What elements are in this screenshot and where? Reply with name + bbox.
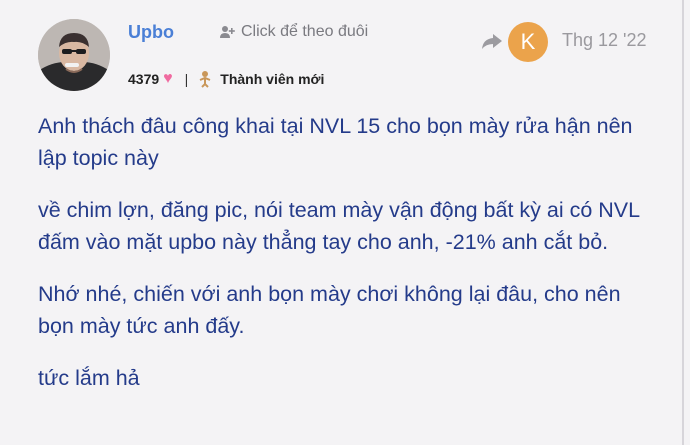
reply-to-avatar-letter: K	[520, 29, 536, 54]
rank-icon	[199, 71, 211, 88]
reply-to-avatar[interactable]: K	[508, 22, 548, 62]
user-stats: 4379 ♥ | Thành viên mới	[128, 70, 324, 88]
post-date: Thg 12 '22	[562, 30, 647, 50]
user-avatar[interactable]	[38, 19, 110, 91]
post-paragraph: Nhớ nhé, chiến với anh bọn mày chơi khôn…	[38, 282, 621, 338]
reply-arrow-icon[interactable]	[481, 30, 503, 52]
post-paragraph: về chim lợn, đăng pic, nói team mày vận …	[38, 198, 640, 254]
follow-button[interactable]: Click để theo đuôi	[219, 23, 368, 41]
follow-label: Click để theo đuôi	[241, 23, 369, 40]
post-container: Upbo Click để theo đuôi 4379 ♥ | Thành v…	[0, 0, 684, 445]
post-body: Anh thách đâu công khai tại NVL 15 cho b…	[38, 110, 658, 414]
username-link[interactable]: Upbo	[128, 22, 174, 43]
rank-label: Thành viên mới	[220, 71, 325, 87]
likes-count: 4379	[128, 71, 160, 87]
post-paragraph: tức lắm hả	[38, 366, 140, 390]
heart-icon: ♥	[163, 70, 173, 87]
divider: |	[184, 71, 189, 87]
post-paragraph: Anh thách đâu công khai tại NVL 15 cho b…	[38, 114, 633, 170]
follow-icon	[220, 26, 235, 38]
